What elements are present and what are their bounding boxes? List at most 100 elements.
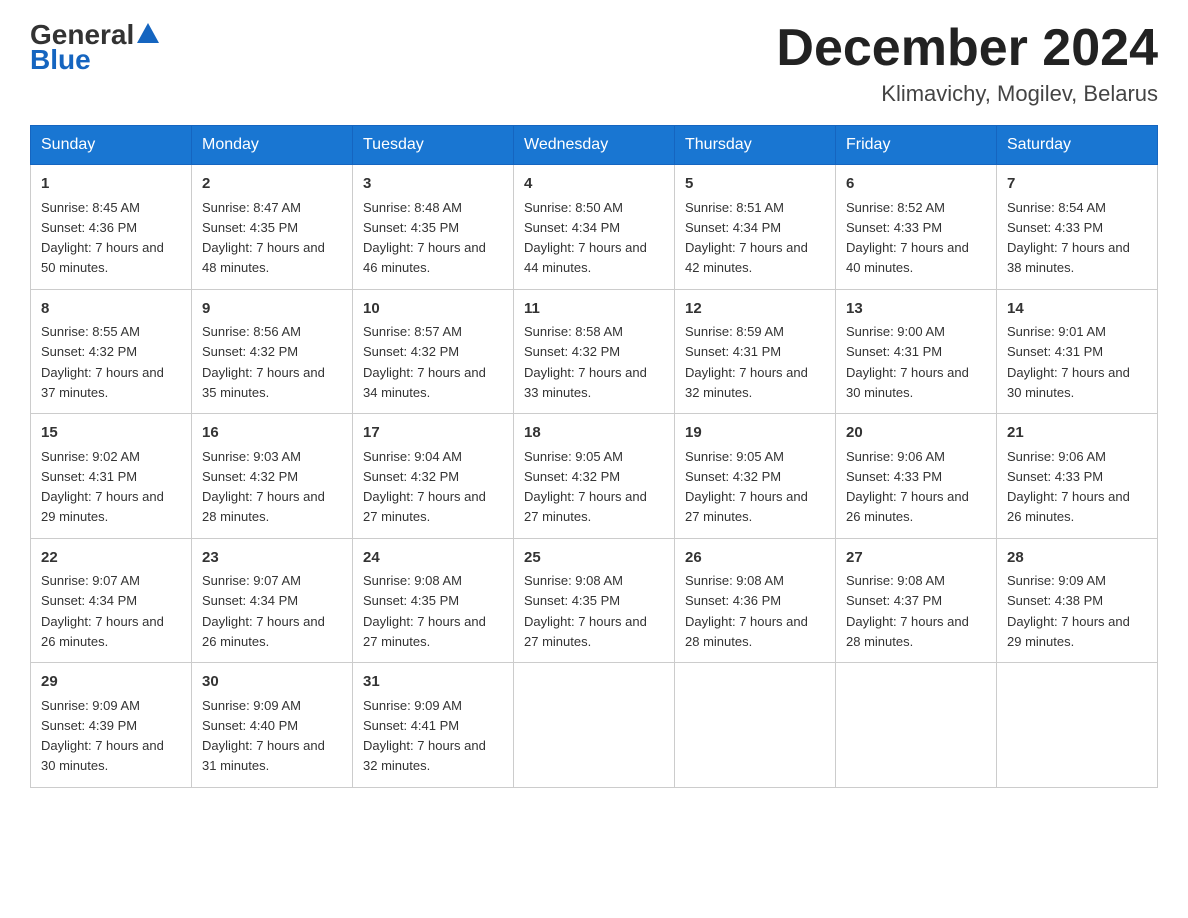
week-row-5: 29 Sunrise: 9:09 AMSunset: 4:39 PMDayligh… (31, 663, 1158, 788)
day-number: 30 (202, 671, 342, 694)
calendar-cell: 10 Sunrise: 8:57 AMSunset: 4:32 PMDayligh… (353, 289, 514, 414)
calendar-cell (836, 663, 997, 788)
cell-info: Sunrise: 8:45 AMSunset: 4:36 PMDaylight:… (41, 200, 164, 276)
calendar-cell: 28 Sunrise: 9:09 AMSunset: 4:38 PMDayligh… (997, 538, 1158, 663)
cell-info: Sunrise: 8:50 AMSunset: 4:34 PMDaylight:… (524, 200, 647, 276)
calendar-cell: 7Sunrise: 8:54 AMSunset: 4:33 PMDaylight… (997, 165, 1158, 290)
day-number: 18 (524, 422, 664, 445)
page-header: General Blue December 2024 Klimavichy, M… (30, 20, 1158, 107)
cell-info: Sunrise: 9:09 AMSunset: 4:39 PMDaylight:… (41, 698, 164, 774)
logo-triangle-icon (137, 20, 159, 48)
day-number: 21 (1007, 422, 1147, 445)
cell-info: Sunrise: 8:58 AMSunset: 4:32 PMDaylight:… (524, 324, 647, 400)
header-saturday: Saturday (997, 126, 1158, 165)
calendar-cell: 11 Sunrise: 8:58 AMSunset: 4:32 PMDayligh… (514, 289, 675, 414)
calendar-cell: 21 Sunrise: 9:06 AMSunset: 4:33 PMDayligh… (997, 414, 1158, 539)
calendar-cell: 20 Sunrise: 9:06 AMSunset: 4:33 PMDayligh… (836, 414, 997, 539)
cell-info: Sunrise: 8:59 AMSunset: 4:31 PMDaylight:… (685, 324, 808, 400)
cell-info: Sunrise: 9:00 AMSunset: 4:31 PMDaylight:… (846, 324, 969, 400)
day-number: 8 (41, 298, 181, 321)
logo-blue-text: Blue (30, 44, 91, 75)
logo: General Blue (30, 20, 159, 74)
calendar-cell: 26 Sunrise: 9:08 AMSunset: 4:36 PMDayligh… (675, 538, 836, 663)
cell-info: Sunrise: 8:56 AMSunset: 4:32 PMDaylight:… (202, 324, 325, 400)
cell-info: Sunrise: 9:05 AMSunset: 4:32 PMDaylight:… (685, 449, 808, 525)
calendar-cell: 12 Sunrise: 8:59 AMSunset: 4:31 PMDayligh… (675, 289, 836, 414)
day-number: 13 (846, 298, 986, 321)
calendar-cell: 14 Sunrise: 9:01 AMSunset: 4:31 PMDayligh… (997, 289, 1158, 414)
day-number: 16 (202, 422, 342, 445)
day-number: 27 (846, 547, 986, 570)
day-number: 7 (1007, 173, 1147, 196)
day-number: 31 (363, 671, 503, 694)
cell-info: Sunrise: 8:57 AMSunset: 4:32 PMDaylight:… (363, 324, 486, 400)
day-number: 12 (685, 298, 825, 321)
cell-info: Sunrise: 9:09 AMSunset: 4:38 PMDaylight:… (1007, 573, 1130, 649)
calendar-cell: 9Sunrise: 8:56 AMSunset: 4:32 PMDaylight… (192, 289, 353, 414)
calendar-cell: 22Sunrise: 9:07 AMSunset: 4:34 PMDayligh… (31, 538, 192, 663)
cell-info: Sunrise: 9:08 AMSunset: 4:37 PMDaylight:… (846, 573, 969, 649)
day-number: 19 (685, 422, 825, 445)
day-number: 26 (685, 547, 825, 570)
calendar-cell (997, 663, 1158, 788)
calendar-cell: 2 Sunrise: 8:47 AMSunset: 4:35 PMDaylight… (192, 165, 353, 290)
calendar-cell: 17Sunrise: 9:04 AMSunset: 4:32 PMDayligh… (353, 414, 514, 539)
cell-info: Sunrise: 8:48 AMSunset: 4:35 PMDaylight:… (363, 200, 486, 276)
week-row-4: 22 Sunrise: 9:07 AMSunset: 4:34 PMDayligh… (31, 538, 1158, 663)
calendar-cell: 29 Sunrise: 9:09 AMSunset: 4:39 PMDayligh… (31, 663, 192, 788)
cell-info: Sunrise: 9:06 AMSunset: 4:33 PMDaylight:… (846, 449, 969, 525)
header-thursday: Thursday (675, 126, 836, 165)
calendar-cell: 3Sunrise: 8:48 AMSunset: 4:35 PMDaylight… (353, 165, 514, 290)
cell-info: Sunrise: 9:02 AMSunset: 4:31 PMDaylight:… (41, 449, 164, 525)
day-number: 11 (524, 298, 664, 321)
title-area: December 2024 Klimavichy, Mogilev, Belar… (776, 20, 1158, 107)
header-wednesday: Wednesday (514, 126, 675, 165)
location-text: Klimavichy, Mogilev, Belarus (776, 81, 1158, 107)
calendar-cell: 13 Sunrise: 9:00 AMSunset: 4:31 PMDayligh… (836, 289, 997, 414)
header-tuesday: Tuesday (353, 126, 514, 165)
day-number: 1 (41, 173, 181, 196)
cell-info: Sunrise: 9:09 AMSunset: 4:41 PMDaylight:… (363, 698, 486, 774)
day-number: 5 (685, 173, 825, 196)
calendar-cell: 6 Sunrise: 8:52 AMSunset: 4:33 PMDaylight… (836, 165, 997, 290)
cell-info: Sunrise: 9:05 AMSunset: 4:32 PMDaylight:… (524, 449, 647, 525)
header-friday: Friday (836, 126, 997, 165)
calendar-cell: 24Sunrise: 9:08 AMSunset: 4:35 PMDayligh… (353, 538, 514, 663)
calendar-cell: 5Sunrise: 8:51 AMSunset: 4:34 PMDaylight… (675, 165, 836, 290)
cell-info: Sunrise: 8:55 AMSunset: 4:32 PMDaylight:… (41, 324, 164, 400)
cell-info: Sunrise: 9:04 AMSunset: 4:32 PMDaylight:… (363, 449, 486, 525)
day-number: 4 (524, 173, 664, 196)
day-number: 14 (1007, 298, 1147, 321)
calendar-cell: 27 Sunrise: 9:08 AMSunset: 4:37 PMDayligh… (836, 538, 997, 663)
day-number: 29 (41, 671, 181, 694)
calendar-cell: 19 Sunrise: 9:05 AMSunset: 4:32 PMDayligh… (675, 414, 836, 539)
calendar-cell: 18 Sunrise: 9:05 AMSunset: 4:32 PMDayligh… (514, 414, 675, 539)
day-number: 22 (41, 547, 181, 570)
day-number: 25 (524, 547, 664, 570)
day-number: 10 (363, 298, 503, 321)
week-row-1: 1 Sunrise: 8:45 AMSunset: 4:36 PMDaylight… (31, 165, 1158, 290)
calendar-cell: 16 Sunrise: 9:03 AMSunset: 4:32 PMDayligh… (192, 414, 353, 539)
week-row-2: 8 Sunrise: 8:55 AMSunset: 4:32 PMDaylight… (31, 289, 1158, 414)
calendar-cell (514, 663, 675, 788)
calendar-cell: 1 Sunrise: 8:45 AMSunset: 4:36 PMDaylight… (31, 165, 192, 290)
cell-info: Sunrise: 9:06 AMSunset: 4:33 PMDaylight:… (1007, 449, 1130, 525)
header-sunday: Sunday (31, 126, 192, 165)
cell-info: Sunrise: 8:52 AMSunset: 4:33 PMDaylight:… (846, 200, 969, 276)
calendar-table: SundayMondayTuesdayWednesdayThursdayFrid… (30, 125, 1158, 788)
calendar-cell: 30Sunrise: 9:09 AMSunset: 4:40 PMDayligh… (192, 663, 353, 788)
cell-info: Sunrise: 8:47 AMSunset: 4:35 PMDaylight:… (202, 200, 325, 276)
calendar-header-row: SundayMondayTuesdayWednesdayThursdayFrid… (31, 126, 1158, 165)
calendar-cell: 4 Sunrise: 8:50 AMSunset: 4:34 PMDaylight… (514, 165, 675, 290)
day-number: 24 (363, 547, 503, 570)
calendar-cell (675, 663, 836, 788)
day-number: 2 (202, 173, 342, 196)
cell-info: Sunrise: 9:01 AMSunset: 4:31 PMDaylight:… (1007, 324, 1130, 400)
cell-info: Sunrise: 9:08 AMSunset: 4:36 PMDaylight:… (685, 573, 808, 649)
cell-info: Sunrise: 9:07 AMSunset: 4:34 PMDaylight:… (202, 573, 325, 649)
day-number: 6 (846, 173, 986, 196)
calendar-cell: 8 Sunrise: 8:55 AMSunset: 4:32 PMDaylight… (31, 289, 192, 414)
cell-info: Sunrise: 9:03 AMSunset: 4:32 PMDaylight:… (202, 449, 325, 525)
day-number: 20 (846, 422, 986, 445)
day-number: 28 (1007, 547, 1147, 570)
